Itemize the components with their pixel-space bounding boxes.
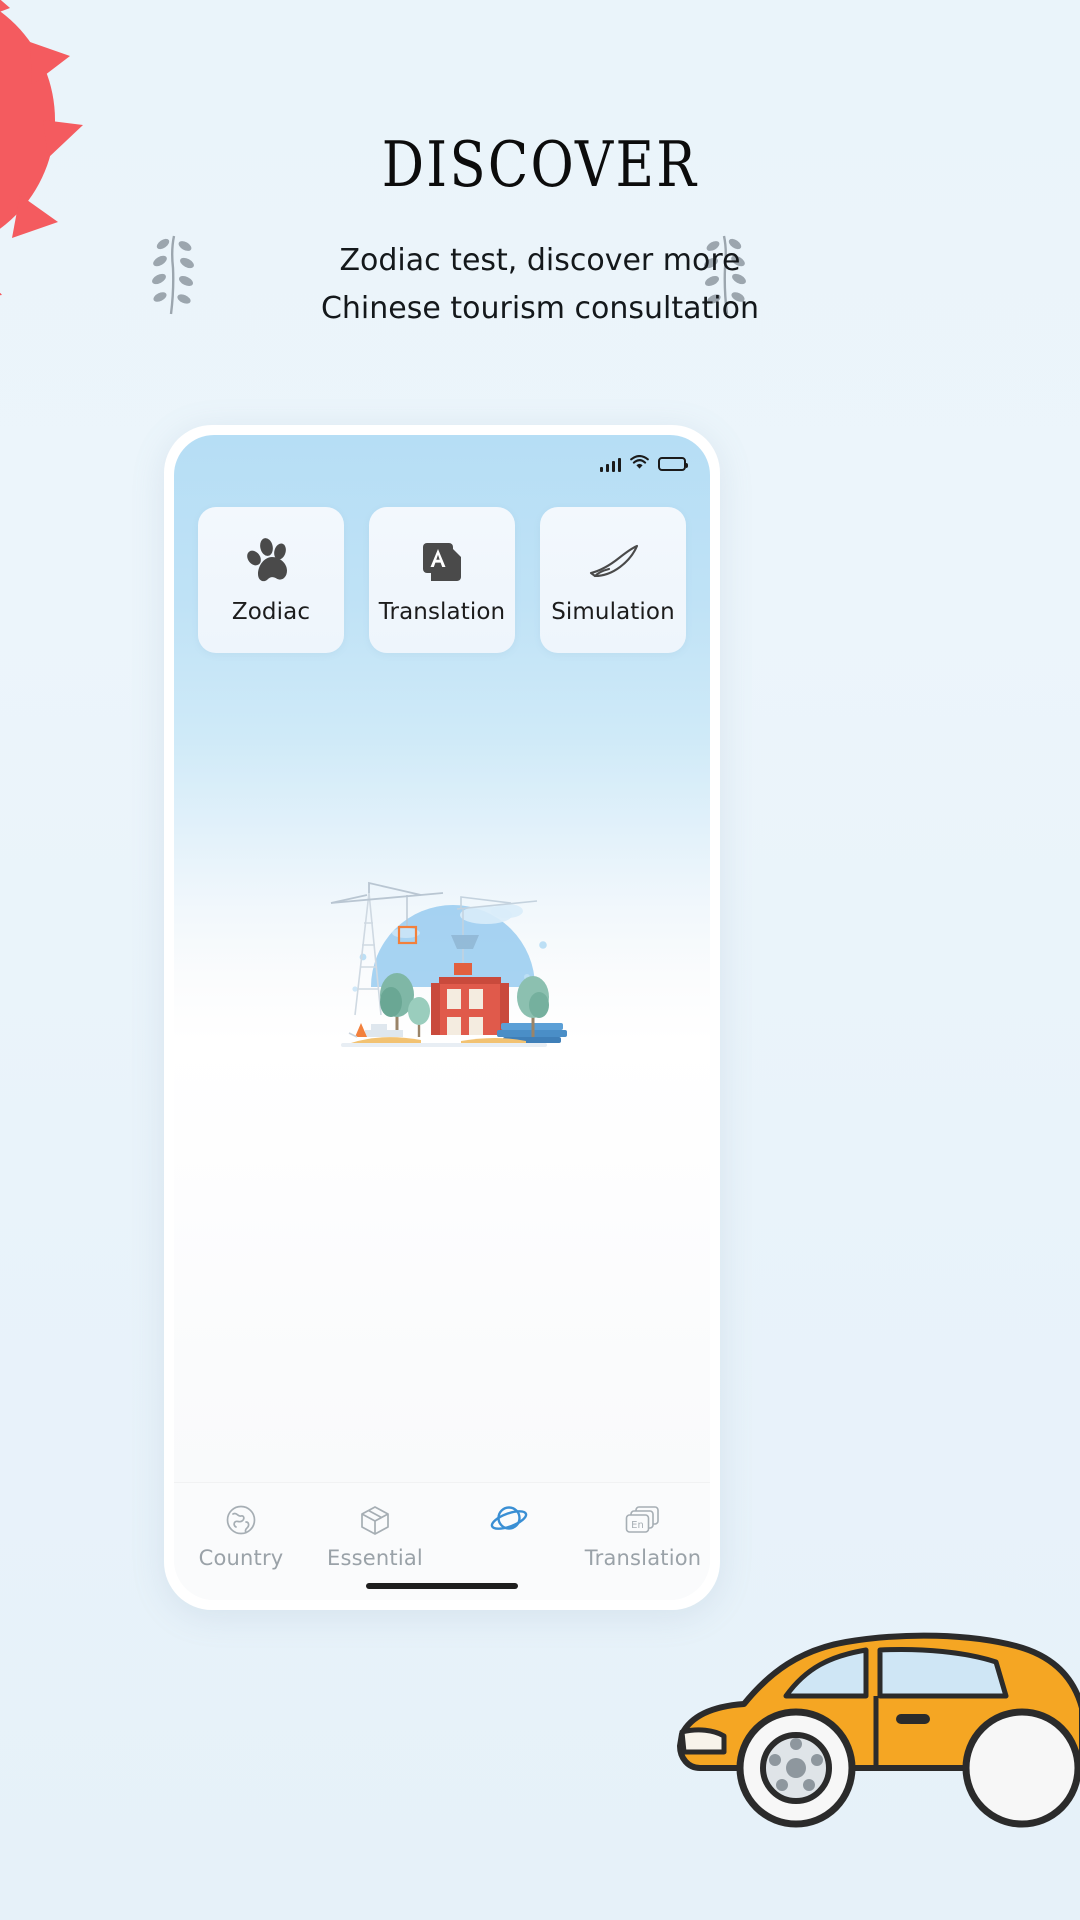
feature-card-translation[interactable]: Translation bbox=[369, 507, 515, 653]
car-icon bbox=[677, 1632, 1080, 1828]
page-subtitle-line-1: Zodiac test, discover more bbox=[339, 243, 741, 278]
phone-mockup: Zodiac Translation Simulation Country Es… bbox=[164, 425, 720, 1610]
en-cards-icon: En bbox=[624, 1501, 662, 1539]
feature-card-label: Simulation bbox=[551, 599, 675, 625]
feature-card-zodiac[interactable]: Zodiac bbox=[198, 507, 344, 653]
paw-print-icon bbox=[245, 535, 297, 589]
feature-card-row: Zodiac Translation Simulation bbox=[198, 507, 686, 653]
nav-item-country[interactable]: Country bbox=[174, 1501, 308, 1570]
translate-document-icon bbox=[417, 535, 467, 589]
globe-icon bbox=[224, 1501, 258, 1539]
page-subtitle-line-2: Chinese tourism consultation bbox=[320, 291, 760, 326]
construction-site-illustration bbox=[311, 837, 573, 1052]
battery-icon bbox=[658, 457, 688, 471]
planet-icon bbox=[489, 1501, 529, 1539]
feature-card-label: Zodiac bbox=[231, 599, 311, 625]
nav-item-label: Country bbox=[198, 1546, 284, 1570]
nav-item-discover[interactable] bbox=[442, 1501, 576, 1546]
car-decoration bbox=[670, 1538, 1080, 1838]
box-package-icon bbox=[358, 1501, 392, 1539]
svg-text:En: En bbox=[631, 1520, 644, 1531]
cellular-signal-icon bbox=[599, 457, 621, 472]
nav-item-label: Essential bbox=[327, 1546, 423, 1570]
page-title: DISCOVER bbox=[381, 128, 699, 201]
home-indicator bbox=[366, 1583, 518, 1589]
feature-card-label: Translation bbox=[378, 599, 506, 625]
status-bar bbox=[599, 453, 688, 475]
page-header: DISCOVER Zodiac test, discover more Chin… bbox=[0, 0, 1080, 333]
wifi-icon bbox=[630, 454, 649, 474]
phone-screen: Zodiac Translation Simulation Country Es… bbox=[174, 435, 710, 1600]
paper-plane-icon bbox=[585, 535, 641, 589]
feature-card-simulation[interactable]: Simulation bbox=[540, 507, 686, 653]
nav-item-essential[interactable]: Essential bbox=[308, 1501, 442, 1570]
